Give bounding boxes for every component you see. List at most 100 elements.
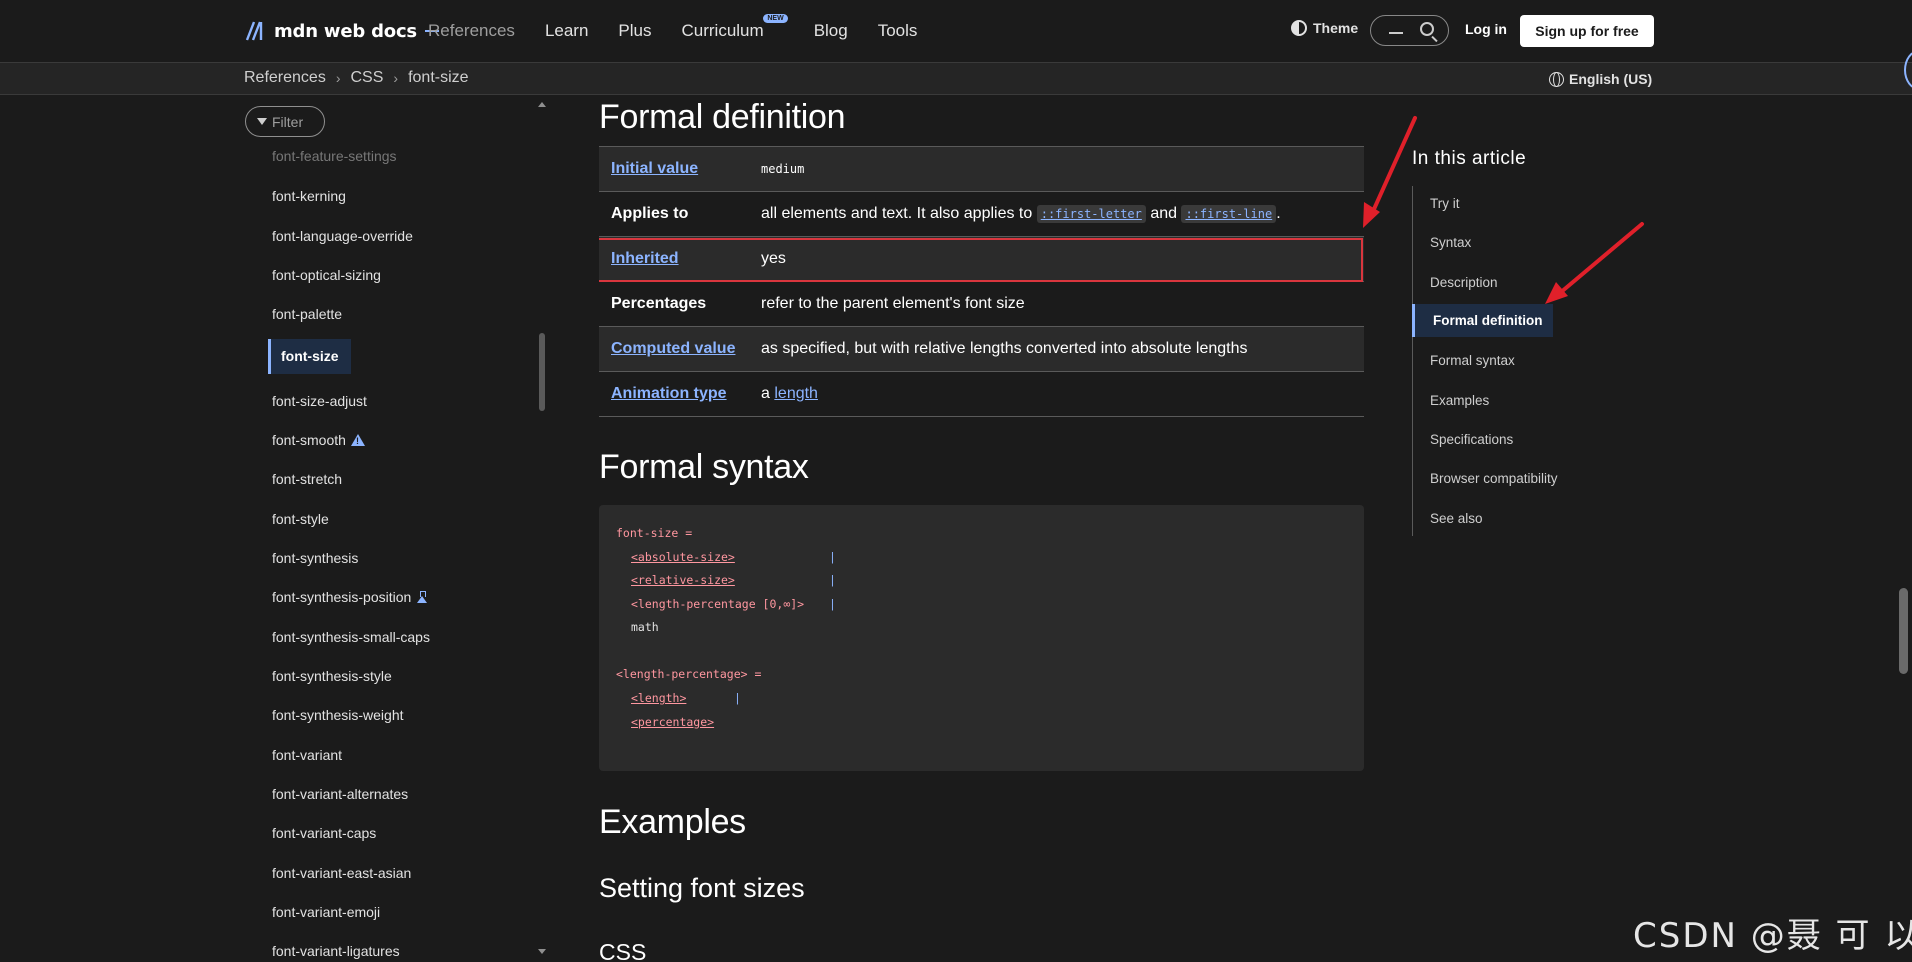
sidebar-item-font-synthesis-position[interactable]: font-synthesis-position [272, 589, 428, 605]
sidebar-item-font-stretch[interactable]: font-stretch [272, 471, 342, 487]
initial-value-link[interactable]: Initial value [611, 160, 698, 177]
sidebar-item-label: font-synthesis-position [272, 589, 412, 605]
sidebar-item-font-kerning[interactable]: font-kerning [272, 188, 346, 204]
table-row: Inherited yes [599, 236, 1364, 282]
syntax-bar: | [734, 691, 741, 705]
sidebar-item-font-synthesis[interactable]: font-synthesis [272, 550, 358, 566]
sidebar-scrollbar[interactable] [539, 333, 545, 411]
initial-value-code: medium [761, 162, 805, 176]
breadcrumb-references[interactable]: References [244, 69, 326, 87]
sidebar-item-font-variant-caps[interactable]: font-variant-caps [272, 825, 376, 841]
absolute-size-link[interactable]: <absolute-size> [631, 550, 735, 564]
animation-type-link[interactable]: Animation type [611, 385, 727, 402]
applies-and: and [1150, 205, 1178, 222]
formal-syntax-code-block: font-size = <absolute-size> | <relative-… [599, 505, 1364, 771]
experimental-flask-icon [416, 591, 428, 603]
login-link[interactable]: Log in [1465, 21, 1507, 37]
syntax-bar: | [829, 550, 836, 564]
length-syntax-link[interactable]: <length> [631, 691, 686, 705]
row-value: a length [761, 372, 1364, 417]
percentage-syntax-link[interactable]: <percentage> [631, 715, 714, 729]
toc-item-browser-compatibility[interactable]: Browser compatibility [1430, 471, 1558, 486]
chevron-right-icon: › [393, 70, 399, 86]
sidebar-item-font-feature-settings[interactable]: font-feature-settings [272, 148, 397, 164]
sidebar-item-font-synthesis-small-caps[interactable]: font-synthesis-small-caps [272, 629, 430, 645]
theme-button[interactable]: Theme [1291, 20, 1358, 36]
nav-plus[interactable]: Plus [618, 21, 651, 41]
sidebar-item-font-style[interactable]: font-style [272, 511, 329, 527]
applies-period: . [1276, 205, 1281, 222]
computed-value-link[interactable]: Computed value [611, 340, 735, 357]
deprecated-warning-icon [350, 434, 365, 446]
row-header: Initial value [599, 147, 761, 192]
toc-item-syntax[interactable]: Syntax [1430, 235, 1471, 250]
table-row: Applies to all elements and text. It als… [599, 192, 1364, 237]
scroll-up-arrow-icon[interactable] [538, 102, 546, 107]
applies-to-text: all elements and text. It also applies t… [761, 205, 1033, 222]
length-percentage-link[interactable]: <length-percentage [0,∞]> [631, 597, 804, 611]
first-line-link[interactable]: ::first-line [1181, 205, 1277, 223]
syntax-line: font-size = [616, 526, 693, 540]
nav-curriculum-label: Curriculum [681, 21, 764, 40]
main-content: Formal definition Initial value medium A… [599, 96, 1364, 962]
sidebar-item-font-language-override[interactable]: font-language-override [272, 228, 413, 244]
toc-item-try-it[interactable]: Try it [1430, 196, 1460, 211]
breadcrumb: References › CSS › font-size [244, 69, 469, 87]
sidebar-item-font-smooth[interactable]: font-smooth [272, 432, 365, 448]
toc-divider [1412, 186, 1413, 536]
first-letter-link[interactable]: ::first-letter [1036, 205, 1146, 223]
formal-definition-heading: Formal definition [599, 98, 846, 136]
sidebar-item-font-optical-sizing[interactable]: font-optical-sizing [272, 267, 381, 283]
table-row: Computed value as specified, but with re… [599, 326, 1364, 372]
table-row: Animation type a length [599, 372, 1364, 417]
theme-label: Theme [1313, 20, 1359, 36]
toc-item-description[interactable]: Description [1430, 275, 1498, 290]
inherited-value: yes [761, 250, 786, 267]
sidebar-item-font-variant-emoji[interactable]: font-variant-emoji [272, 904, 380, 920]
search-icon [1420, 22, 1434, 36]
row-value: all elements and text. It also applies t… [761, 192, 1364, 237]
nav-curriculum[interactable]: Curriculum NEW [681, 14, 788, 41]
css-heading: CSS [599, 939, 647, 962]
scroll-down-arrow-icon[interactable] [538, 949, 546, 954]
red-arrow-icon [1545, 222, 1644, 304]
toc-title: In this article [1412, 148, 1527, 169]
sidebar-item-font-synthesis-style[interactable]: font-synthesis-style [272, 668, 392, 684]
sidebar-item-font-synthesis-weight[interactable]: font-synthesis-weight [272, 707, 404, 723]
mdn-logo[interactable]: mdn web docs [244, 19, 439, 43]
inherited-link[interactable]: Inherited [611, 250, 679, 267]
nav-tools[interactable]: Tools [878, 21, 918, 41]
syntax-bar: | [829, 597, 836, 611]
toc-item-examples[interactable]: Examples [1430, 393, 1489, 408]
formal-definition-table: Initial value medium Applies to all elem… [599, 146, 1364, 417]
filter-placeholder: Filter [272, 113, 304, 130]
breadcrumb-css[interactable]: CSS [351, 69, 384, 87]
nav-references[interactable]: References [428, 21, 515, 41]
sidebar-item-label: font-smooth [272, 432, 346, 448]
sidebar-item-font-size[interactable]: font-size [268, 339, 351, 374]
page-scrollbar[interactable] [1899, 588, 1908, 674]
sidebar-item-font-variant-east-asian[interactable]: font-variant-east-asian [272, 865, 411, 881]
toc-item-specifications[interactable]: Specifications [1430, 432, 1513, 447]
sidebar-item-font-palette[interactable]: font-palette [272, 306, 342, 322]
length-link[interactable]: length [774, 385, 818, 402]
main-menu: References Learn Plus Curriculum NEW Blog… [428, 0, 917, 62]
sidebar-item-font-variant-alternates[interactable]: font-variant-alternates [272, 786, 408, 802]
toc-item-formal-definition[interactable]: Formal definition [1412, 304, 1553, 337]
table-row: Percentages refer to the parent element'… [599, 282, 1364, 327]
language-switcher[interactable]: English (US) [1549, 71, 1652, 87]
search-button[interactable] [1370, 15, 1449, 46]
sidebar-item-font-size-adjust[interactable]: font-size-adjust [272, 393, 367, 409]
sidebar-item-font-variant[interactable]: font-variant [272, 747, 342, 763]
breadcrumb-font-size[interactable]: font-size [408, 69, 468, 87]
sidebar-item-font-variant-ligatures[interactable]: font-variant-ligatures [272, 943, 400, 959]
keyboard-shortcut-icon [1389, 32, 1403, 34]
signup-button[interactable]: Sign up for free [1520, 15, 1654, 47]
relative-size-link[interactable]: <relative-size> [631, 573, 735, 587]
syntax-bar: | [829, 573, 836, 587]
nav-learn[interactable]: Learn [545, 21, 588, 41]
toc-item-see-also[interactable]: See also [1430, 511, 1483, 526]
filter-input[interactable]: Filter [245, 106, 325, 137]
toc-item-formal-syntax[interactable]: Formal syntax [1430, 353, 1515, 368]
nav-blog[interactable]: Blog [814, 21, 848, 41]
